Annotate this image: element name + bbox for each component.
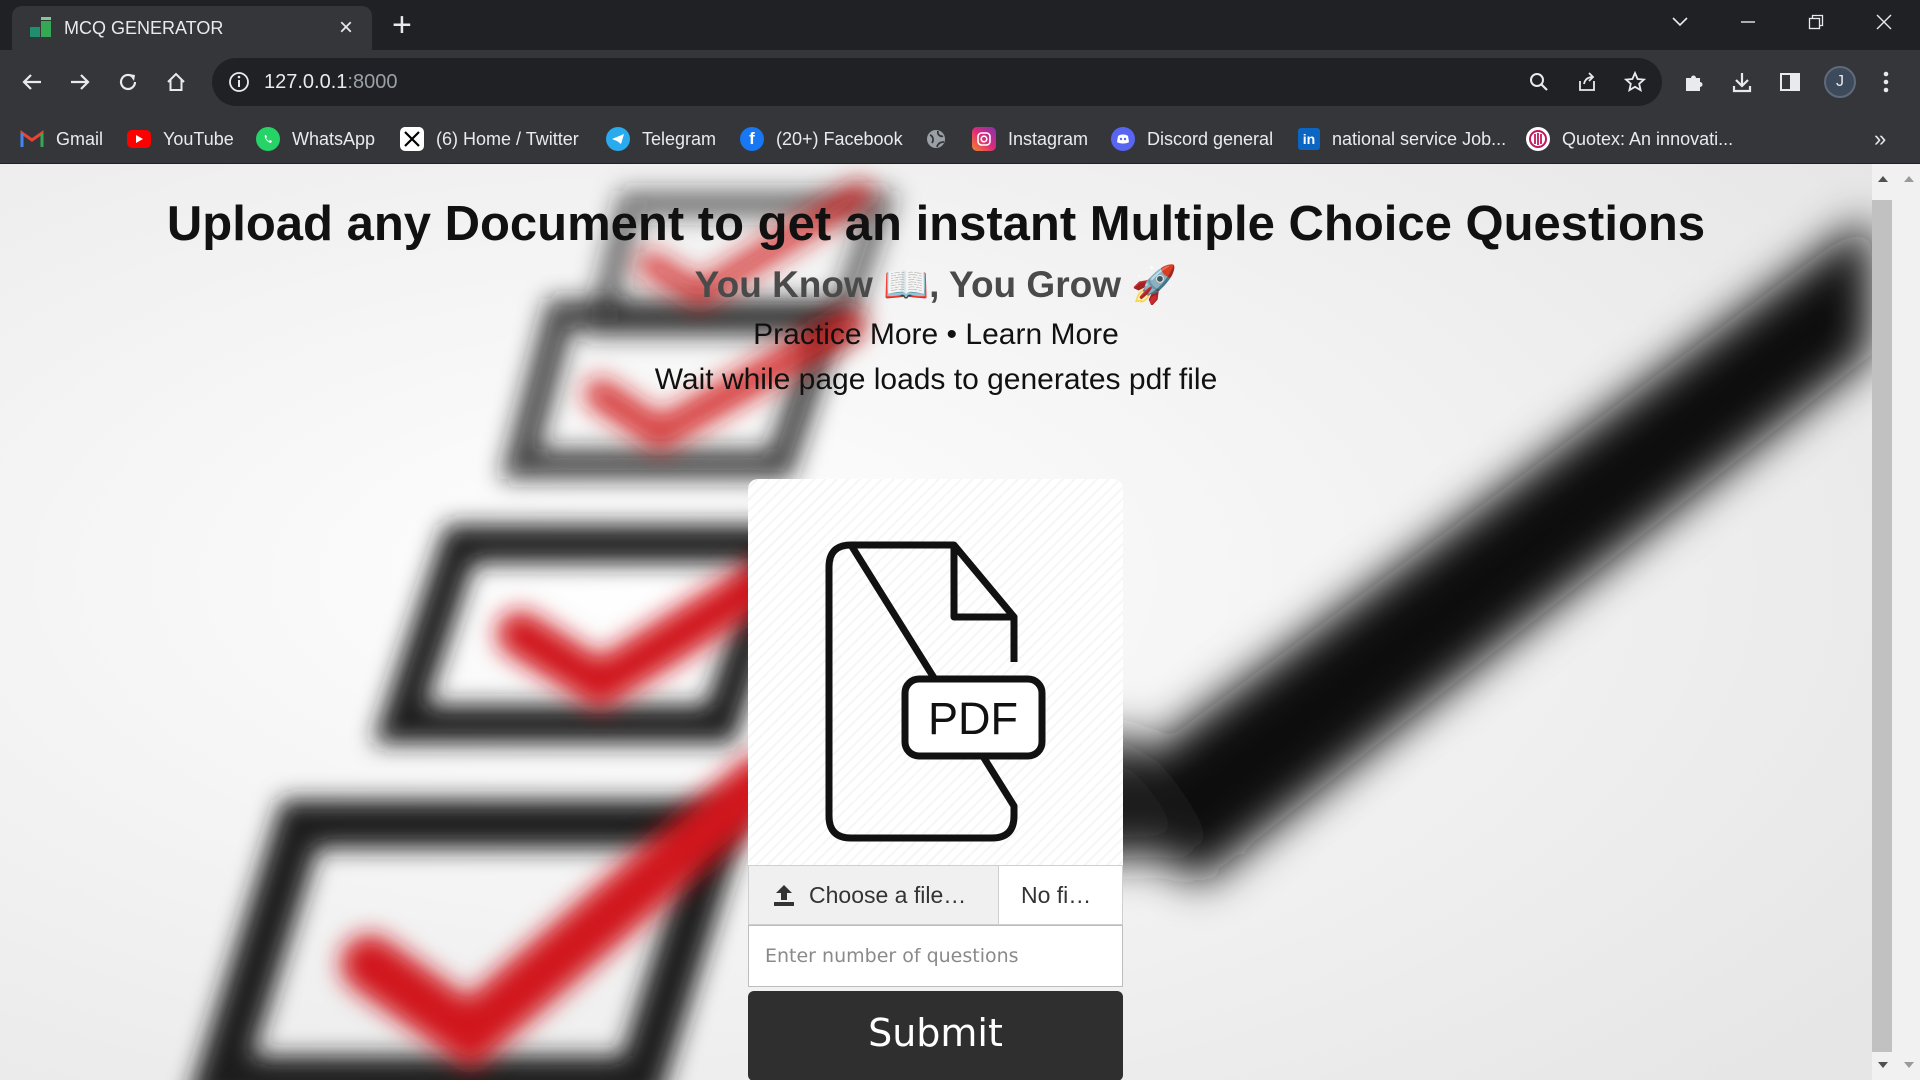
url-port: :8000 [347, 70, 398, 93]
pdf-preview-area: PDF [748, 479, 1123, 865]
submit-button[interactable]: Submit [748, 991, 1123, 1080]
youtube-icon [127, 130, 151, 148]
upload-card: PDF Choose a file… No fi… Submit [748, 479, 1123, 1080]
extensions-puzzle-icon[interactable] [1674, 62, 1714, 102]
linkedin-icon: in [1298, 128, 1320, 150]
download-icon[interactable] [1722, 62, 1762, 102]
side-panel-icon[interactable] [1770, 62, 1810, 102]
bookmark-quotex[interactable]: Quotex: An innovati... [1526, 124, 1733, 154]
chrome-menu-icon[interactable] [1866, 62, 1906, 102]
bookmark-label: (20+) Facebook [776, 128, 903, 149]
reload-icon[interactable] [108, 62, 148, 102]
page-tagline: You Know 📖, You Grow 🚀 [694, 264, 1178, 305]
quotex-icon [1526, 127, 1550, 151]
scroll-up-arrow-icon[interactable] [1872, 168, 1920, 188]
bookmark-label: Instagram [1008, 128, 1089, 149]
bookmark-star-icon[interactable] [1615, 62, 1655, 102]
back-arrow-icon[interactable] [12, 62, 52, 102]
bookmark-label: YouTube [163, 128, 234, 149]
address-bar[interactable]: 127.0.0.1:8000 [212, 58, 1662, 106]
bookmark-label: Telegram [642, 128, 717, 149]
x-twitter-icon [400, 127, 424, 151]
tab-close-icon[interactable]: × [334, 16, 358, 40]
tab-title: MCQ GENERATOR [64, 17, 224, 38]
browser-toolbar: 127.0.0.1:8000 [0, 50, 1920, 114]
scroll-down-arrow-icon[interactable] [1872, 1056, 1920, 1076]
new-tab-button[interactable]: + [392, 8, 412, 42]
upload-icon [774, 885, 794, 906]
bookmark-discord[interactable]: Discord general [1111, 124, 1273, 154]
bookmark-label: (6) Home / Twitter [436, 128, 579, 149]
site-info-icon[interactable] [226, 69, 252, 95]
bookmark-telegram[interactable]: Telegram [606, 124, 716, 154]
choose-file-label: Choose a file… [809, 881, 967, 908]
active-tab[interactable]: MCQ GENERATOR × [12, 6, 372, 50]
close-window-button[interactable] [1850, 0, 1918, 44]
bookmark-linkedin[interactable]: in national service Job... [1298, 124, 1506, 154]
restore-button[interactable] [1782, 0, 1850, 44]
number-of-questions-input[interactable] [748, 925, 1123, 987]
more-bookmarks-chevron-icon[interactable]: » [1874, 126, 1886, 152]
bookmark-label: WhatsApp [292, 128, 376, 149]
facebook-icon: f [740, 127, 764, 151]
telegram-icon [606, 127, 630, 151]
pdf-file-icon: PDF [825, 541, 1046, 842]
bookmark-twitter[interactable]: (6) Home / Twitter [400, 124, 579, 154]
choose-file-button[interactable]: Choose a file… [749, 866, 999, 924]
forward-arrow-icon[interactable] [60, 62, 100, 102]
whatsapp-icon [256, 127, 280, 151]
bookmark-instagram[interactable]: Instagram [972, 124, 1088, 154]
bookmark-label: Quotex: An innovati... [1562, 128, 1734, 149]
globe-icon [924, 127, 948, 151]
page-title: Upload any Document to get an instant Mu… [166, 197, 1706, 251]
bookmark-label: Discord general [1147, 128, 1274, 149]
bookmark-youtube[interactable]: YouTube [127, 124, 234, 154]
share-icon[interactable] [1567, 62, 1607, 102]
bookmark-gmail[interactable]: Gmail [20, 124, 103, 154]
page-viewport: Upload any Document to get an instant Mu… [0, 164, 1872, 1080]
minimize-button[interactable] [1714, 0, 1782, 44]
pdf-label: PDF [928, 693, 1018, 744]
url-host: 127.0.0.1 [264, 70, 348, 93]
profile-avatar[interactable]: J [1824, 66, 1856, 98]
mcq-generator-favicon [30, 17, 52, 39]
bookmark-globe[interactable] [924, 124, 948, 154]
bookmark-label: national service Job... [1332, 128, 1507, 149]
bookmark-facebook[interactable]: f (20+) Facebook [740, 124, 903, 154]
home-icon[interactable] [156, 62, 196, 102]
page-content: Upload any Document to get an instant Mu… [0, 164, 1872, 1080]
page-subtitle: Practice More • Learn More [753, 318, 1119, 351]
bookmark-whatsapp[interactable]: WhatsApp [256, 124, 375, 154]
no-file-label: No fi… [1021, 881, 1092, 908]
loading-notice: Wait while page loads to generates pdf f… [654, 363, 1218, 396]
file-picker[interactable]: Choose a file… No fi… [748, 865, 1123, 925]
zoom-search-icon[interactable] [1519, 62, 1559, 102]
scrollbar-thumb[interactable] [1872, 200, 1892, 1052]
gmail-icon [20, 127, 44, 151]
bookmark-label: Gmail [56, 128, 104, 149]
discord-icon [1111, 127, 1135, 151]
tab-strip: MCQ GENERATOR × + [0, 0, 1920, 50]
instagram-icon [972, 127, 996, 151]
bookmarks-bar: Gmail YouTube WhatsApp (6) Home / Twitte… [0, 114, 1920, 164]
tab-search-icon[interactable] [1646, 0, 1714, 44]
